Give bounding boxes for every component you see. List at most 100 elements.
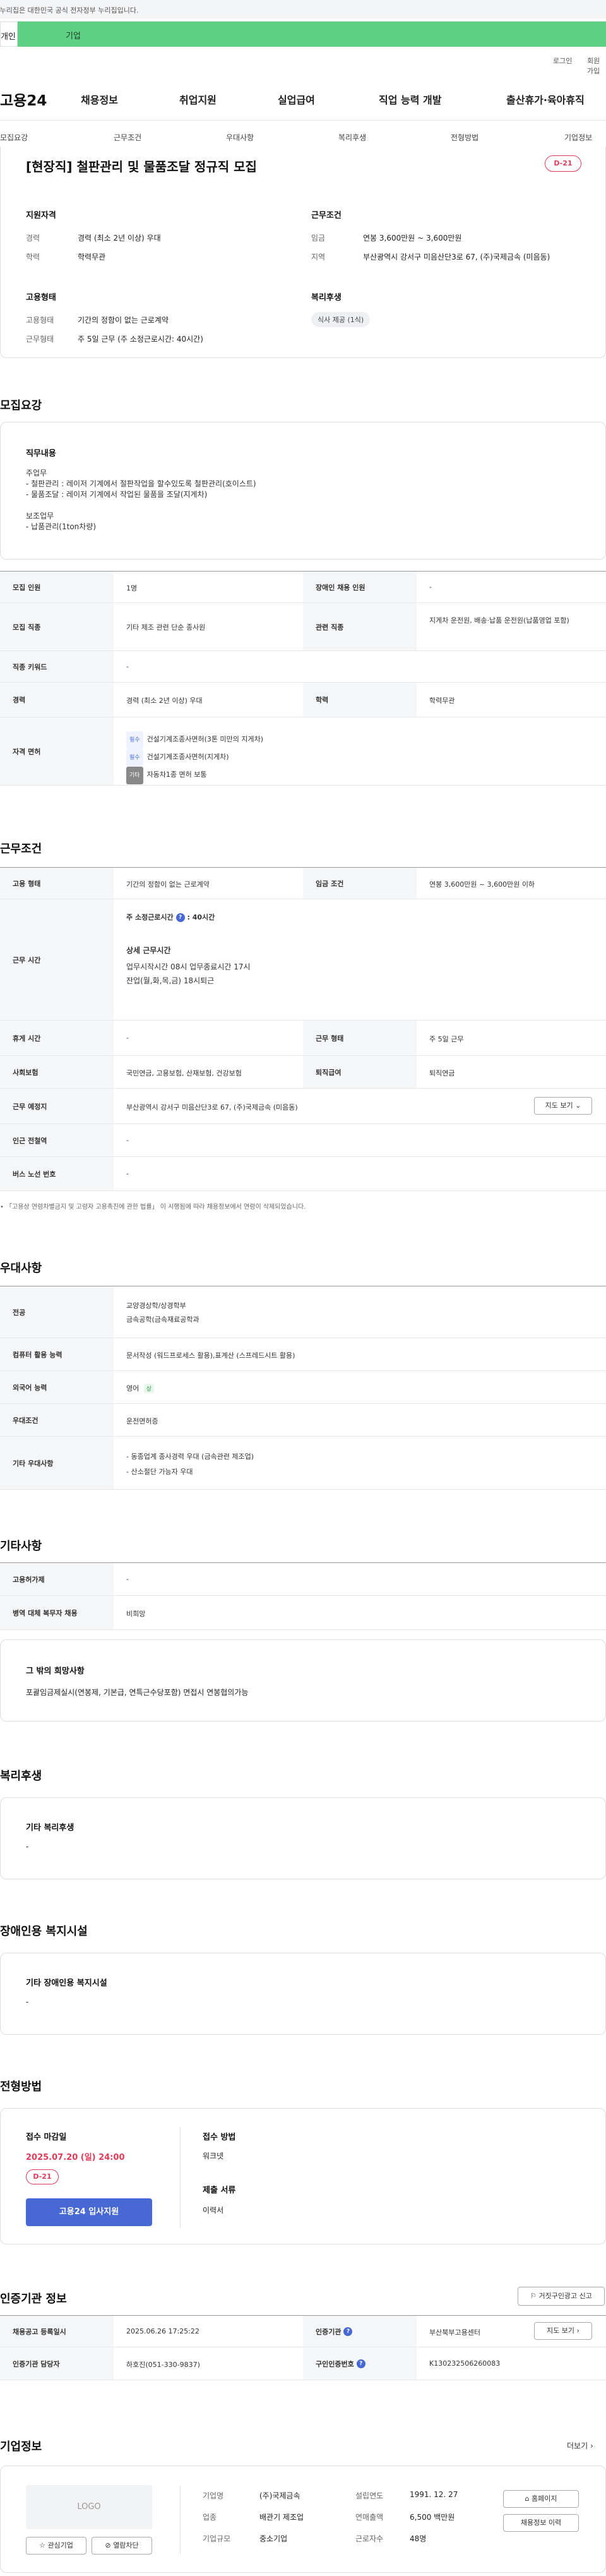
table-row: 컴퓨터 활용 능력 문서작성 (워드프로세스 활용),표계산 (스프레드시트 활… — [0, 1338, 606, 1371]
snb-item-pref[interactable]: 우대사항 — [226, 132, 254, 143]
gnb-item-support[interactable]: 취업지원 — [179, 92, 217, 107]
other-badge: 기타 — [126, 767, 143, 784]
method-heading: 접수 방법 — [203, 2133, 236, 2142]
section-heading-process: 전형방법 — [0, 2080, 42, 2094]
row-value: 교양경상학/상경학부 금속공학(금속재료공학과 — [126, 1299, 199, 1327]
language: 영어 — [126, 1384, 140, 1393]
section-heading-work: 근무조건 — [0, 842, 42, 856]
row-label: 관련 직종 — [303, 603, 417, 650]
agency-map-button[interactable]: 지도 보기 › — [534, 2322, 592, 2340]
row-value: - — [126, 1034, 129, 1042]
industry-label: 업종 — [203, 2513, 217, 2522]
sales-label: 연매출액 — [355, 2513, 384, 2522]
homepage-button[interactable]: ⌂ 홈페이지 — [503, 2490, 579, 2508]
row-label: 근무 예정지 — [0, 1089, 114, 1123]
tab-personal[interactable]: 개인 — [0, 21, 18, 47]
gov-notice: 이 누리집은 대한민국 공식 전자정부 누리집입니다. — [0, 6, 139, 15]
map-button[interactable]: 지도 보기 ⌄ — [534, 1097, 592, 1115]
row-label: 병역 대체 복무자 채용 — [0, 1596, 114, 1629]
row-label: 채용공고 등록일시 — [0, 2316, 114, 2347]
report-button-label: 거짓구인광고 신고 — [538, 2292, 592, 2300]
hope-value: 포괄임금제실시(연봉제, 기본급, 연특근수당포함) 면접시 연봉협의가능 — [26, 1688, 249, 1697]
map-button-label: 지도 보기 — [545, 1101, 573, 1110]
row-value: - — [126, 1575, 129, 1583]
help-icon[interactable]: ? — [343, 2327, 353, 2336]
qual-heading: 지원자격 — [26, 211, 56, 220]
id-label: 구인인증번호 — [316, 2359, 354, 2368]
section-heading-disability: 장애인용 복지시설 — [0, 1925, 88, 1938]
map-button-label: 지도 보기 — [547, 2327, 575, 2335]
row-label: 휴게 시간 — [0, 1021, 114, 1055]
snb-item-company[interactable]: 기업정보 — [564, 132, 592, 143]
row-value: 영어 상 — [126, 1383, 155, 1393]
edu-label: 학력 — [26, 253, 40, 261]
gnb-item-leave[interactable]: 출산휴가·육아휴직 — [506, 92, 585, 107]
snb-item-work[interactable]: 근무조건 — [114, 132, 141, 143]
row-label: 모집 직종 — [0, 603, 114, 650]
table-row: 전공 교양경상학/상경학부 금속공학(금속재료공학과 — [0, 1286, 606, 1338]
weekly-hours-value: 40시간 — [192, 913, 215, 921]
row-value: - — [126, 662, 129, 671]
gnb-item-jobs[interactable]: 채용정보 — [81, 92, 118, 107]
tab-enterprise[interactable]: 기업 — [18, 21, 606, 47]
row-value: 1명 — [126, 584, 138, 592]
disability-heading: 기타 장애인용 복지시설 — [26, 1979, 107, 1988]
table-row: 직종 키워드 - — [0, 651, 606, 683]
snb-item-recruit[interactable]: 모집요강 — [0, 132, 28, 143]
gnb-item-training[interactable]: 직업 능력 개발 — [379, 92, 441, 107]
chevron-down-icon: ⌄ — [575, 1101, 581, 1110]
job-summary-card: [현장직] 철판관리 및 물품조달 정규직 모집 D-21 지원자격 근무조건 … — [0, 147, 606, 358]
row-value: 운전면허증 — [126, 1417, 158, 1425]
emptype-value: 기간의 정함이 없는 근로계약 — [78, 316, 169, 325]
help-icon[interactable]: ? — [356, 2359, 365, 2368]
block-button[interactable]: ⊘ 열람차단 — [92, 2537, 152, 2555]
size-value: 중소기업 — [259, 2534, 288, 2543]
apply-button[interactable]: 고용24 입사지원 — [26, 2198, 152, 2226]
row-label: 외국어 능력 — [0, 1371, 114, 1403]
block-icon: ⊘ — [105, 2541, 111, 2549]
row-label: 학력 — [303, 683, 417, 717]
login-link[interactable]: 로그인 — [553, 56, 572, 66]
divider — [0, 120, 606, 121]
row-label: 경력 — [0, 683, 114, 717]
row-value: - 동종업계 종사경력 우대 (금속관련 제조업) - 산소절단 가능자 우대 — [126, 1449, 254, 1480]
more-link[interactable]: 더보기 › — [567, 2440, 593, 2451]
table-row: 기타 우대사항 - 동종업계 종사경력 우대 (금속관련 제조업) - 산소절단 … — [0, 1437, 606, 1490]
row-value: 학력무관 — [429, 697, 455, 705]
snb-item-benefit[interactable]: 복리후생 — [338, 132, 366, 143]
site-logo[interactable]: 고용24 — [0, 88, 47, 110]
row-value: 문서작성 (워드프로세스 활용),표계산 (스프레드시트 활용) — [126, 1351, 295, 1360]
pref-item: - 동종업계 종사경력 우대 (금속관련 제조업) — [126, 1453, 254, 1461]
table-row: 고용허가제 - — [0, 1563, 606, 1596]
age-note: • 「고용상 연령차별금지 및 고령자 고용촉진에 관한 법률」 이 시행됨에 … — [0, 1204, 306, 1211]
row-value: 하호진(051-330-9837) — [126, 2361, 200, 2369]
snb-item-process[interactable]: 전형방법 — [451, 132, 478, 143]
favorite-button[interactable]: ☆ 관심기업 — [26, 2537, 86, 2555]
welfare-heading: 복리후생 — [311, 293, 342, 303]
job-history-button[interactable]: 채용정보 이력 — [503, 2514, 579, 2532]
gnb-item-unemployment[interactable]: 실업급여 — [278, 92, 315, 107]
favorite-button-label: 관심기업 — [47, 2541, 73, 2549]
help-icon[interactable]: ? — [175, 913, 185, 922]
row-label: 임금 조건 — [303, 868, 417, 899]
report-button[interactable]: ⚐ 거짓구인광고 신고 — [518, 2287, 605, 2306]
gov-notice-bar: 이 누리집은 대한민국 공식 전자정부 누리집입니다. — [0, 0, 606, 19]
row-label: 모집 인원 — [0, 572, 114, 602]
age-note-text: 「고용상 연령차별금지 및 고령자 고용촉진에 관한 법률」 이 시행됨에 따라… — [6, 1204, 306, 1211]
row-value: K130232506260083 — [429, 2359, 501, 2368]
detail-hours: 업무시작시간 08시 업무종료시간 17시 잔업(월,화,목,금) 18시퇴근 — [126, 960, 251, 988]
table-row: 사회보험 국민연금, 고용보험, 산재보험, 건강보험 퇴직급여 퇴직연금 — [0, 1056, 606, 1089]
row-label: 구인인증번호? — [303, 2347, 417, 2380]
row-label: 우대조건 — [0, 1404, 114, 1436]
join-link[interactable]: 회원가입 — [587, 56, 606, 76]
detail-hours-heading: 상세 근무시간 — [126, 946, 171, 955]
table-row: 경력 경력 (최소 2년 이상) 우대 학력 학력무관 — [0, 683, 606, 717]
worktype-label: 근무형태 — [26, 335, 54, 344]
disability-value: - — [26, 1998, 29, 2006]
employees-label: 근로자수 — [355, 2534, 384, 2543]
table-row: 고용 형태 기간의 정함이 없는 근로계약 임금 조건 연봉 3,600만원 ~… — [0, 868, 606, 899]
table-row: 우대조건 운전면허증 — [0, 1404, 606, 1437]
row-label: 인증기관 담당자 — [0, 2347, 114, 2380]
size-label: 기업규모 — [203, 2534, 231, 2543]
section-heading-pref: 우대사항 — [0, 1262, 42, 1275]
